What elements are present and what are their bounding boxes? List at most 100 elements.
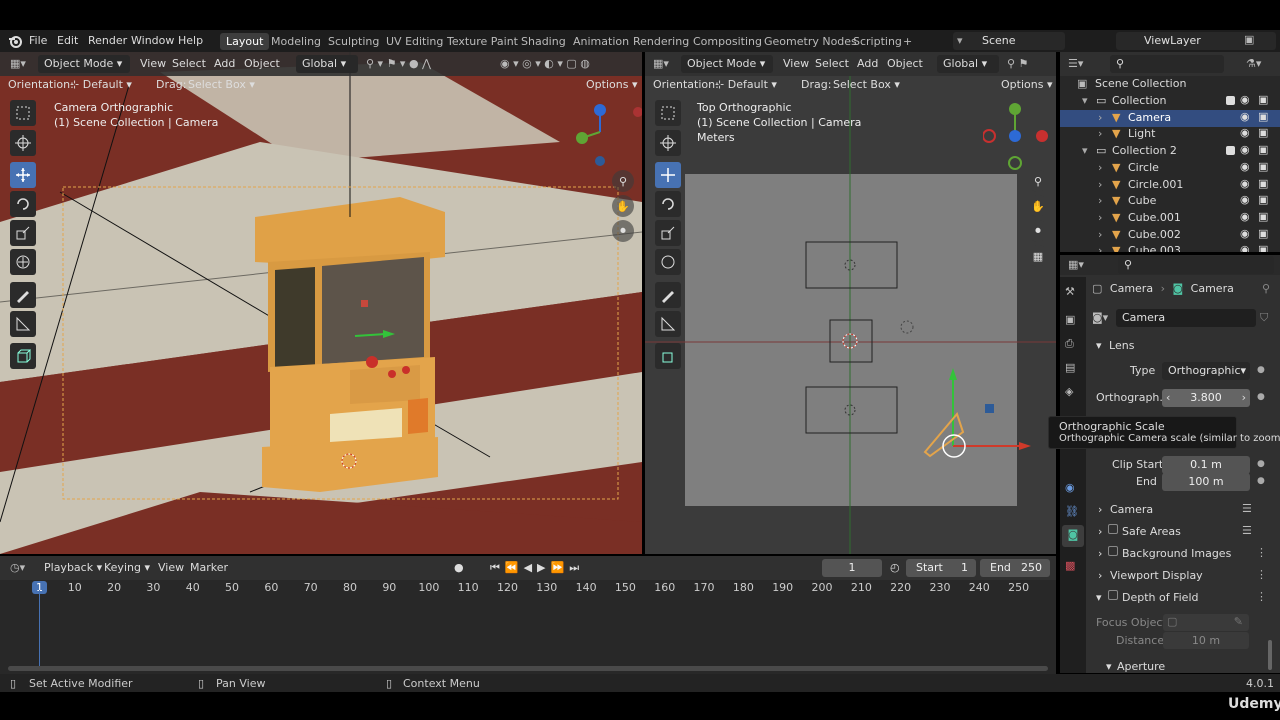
playback-menu[interactable]: Playback ▾ <box>44 561 102 574</box>
menu-edit[interactable]: Edit <box>57 34 78 47</box>
disclosure-arrow-icon[interactable]: › <box>1098 194 1102 207</box>
clock-icon[interactable]: ◴ <box>890 561 900 574</box>
camera-data-tab-icon[interactable]: ◙ <box>1062 525 1084 547</box>
select-box-icon[interactable] <box>10 100 36 126</box>
add-cube-icon[interactable] <box>655 343 681 369</box>
right-3d-viewport[interactable]: ▦▾ Object Mode ▾ View Select Add Object … <box>645 52 1056 554</box>
disclosure-arrow-icon[interactable]: › <box>1098 161 1102 174</box>
tab-layout[interactable]: Layout <box>220 33 270 50</box>
keyframe-dot-icon[interactable]: ● <box>1257 365 1265 375</box>
menu-object[interactable]: Object <box>887 57 923 70</box>
expand-arrow-icon[interactable]: ▾ <box>1082 144 1088 157</box>
options-dropdown[interactable]: Options ▾ <box>1001 78 1052 91</box>
menu-select[interactable]: Select <box>172 57 206 70</box>
output-tab-icon[interactable]: ⎙ <box>1065 337 1074 351</box>
pan-hand-icon[interactable]: ✋ <box>1027 195 1049 217</box>
expand-arrow-icon[interactable]: ▾ <box>1082 94 1088 107</box>
add-workspace-button[interactable]: + <box>897 33 918 50</box>
menu-object[interactable]: Object <box>244 57 280 70</box>
measure-icon[interactable] <box>655 311 681 337</box>
scene-selector[interactable]: ▾ Scene <box>953 32 1065 50</box>
safe-areas-panel-header[interactable]: › Safe Areas ☰ <box>1092 522 1272 542</box>
outliner-row[interactable]: › ▼ Light ◉ ▣ <box>1060 126 1280 143</box>
move-icon[interactable] <box>655 162 681 188</box>
properties-search[interactable]: ⚲ <box>1118 256 1274 274</box>
drag-handle-icon[interactable]: ⋮ <box>1256 568 1267 581</box>
outliner-editor-icon[interactable]: ☰▾ <box>1068 57 1083 70</box>
visibility-eye-icon[interactable]: ◉ <box>1240 126 1250 139</box>
mode-selector[interactable]: Object Mode ▾ <box>681 55 773 73</box>
tab-texture-paint[interactable]: Texture Paint <box>441 33 524 50</box>
clip-start-field[interactable]: 0.1 m <box>1162 456 1250 474</box>
camera-view-icon[interactable]: ⏺ <box>1027 220 1049 242</box>
physics-tab-icon[interactable]: ◉ <box>1065 481 1075 494</box>
outliner-row[interactable]: › ▼ Circle.001 ◉ ▣ <box>1060 177 1280 194</box>
snap-icons[interactable]: ⚲ ▾ ⚑ ▾ ● ⋀ <box>366 57 431 70</box>
render-camera-icon[interactable]: ▣ <box>1258 143 1268 156</box>
menu-help[interactable]: Help <box>178 34 203 47</box>
disclosure-arrow-icon[interactable]: › <box>1098 178 1102 191</box>
disclosure-arrow-icon[interactable]: › <box>1098 244 1102 252</box>
menu-view[interactable]: View <box>140 57 166 70</box>
exclude-checkbox[interactable] <box>1226 96 1235 105</box>
datablock-name-field[interactable]: Camera <box>1116 309 1256 327</box>
view-layer-selector[interactable]: ViewLayer ▣ <box>1116 32 1276 50</box>
outliner-row[interactable]: › ▼ Cube ◉ ▣ <box>1060 193 1280 210</box>
ortho-scale-field[interactable]: ‹ 3.800 › <box>1162 389 1250 407</box>
visibility-eye-icon[interactable]: ◉ <box>1240 243 1250 252</box>
view-layer-new-icon[interactable]: ▣ <box>1244 33 1254 46</box>
tab-sculpting[interactable]: Sculpting <box>322 33 385 50</box>
datablock-icon[interactable]: ◙▾ <box>1092 311 1108 324</box>
disclosure-arrow-icon[interactable]: › <box>1098 211 1102 224</box>
tab-uv-editing[interactable]: UV Editing <box>380 33 449 50</box>
options-dropdown[interactable]: Options ▾ <box>586 78 637 91</box>
end-frame-field[interactable]: End 250 <box>980 559 1050 577</box>
outliner-row[interactable]: › ▼ Cube.003 ◉ ▣ <box>1060 243 1280 252</box>
tab-compositing[interactable]: Compositing <box>687 33 768 50</box>
render-camera-icon[interactable]: ▣ <box>1258 227 1268 240</box>
visibility-eye-icon[interactable]: ◉ <box>1240 193 1250 206</box>
snap-icons[interactable]: ⚲ ⚑ <box>1007 57 1028 70</box>
clip-end-field[interactable]: 100 m <box>1162 473 1250 491</box>
overlay-icons[interactable]: ◉ ▾ ◎ ▾ ◐ ▾ ▢ ◍ <box>500 57 590 70</box>
timeline-editor-icon[interactable]: ◷▾ <box>10 561 25 574</box>
texture-tab-icon[interactable]: ▩ <box>1065 559 1075 572</box>
scale-icon[interactable] <box>655 220 681 246</box>
timeline-scrollbar[interactable] <box>8 666 1048 671</box>
visibility-eye-icon[interactable]: ◉ <box>1240 93 1250 106</box>
outliner-row[interactable]: › ▼ Cube.001 ◉ ▣ <box>1060 210 1280 227</box>
tab-shading[interactable]: Shading <box>515 33 572 50</box>
menu-render[interactable]: Render <box>88 34 127 47</box>
menu-add[interactable]: Add <box>857 57 878 70</box>
exclude-checkbox[interactable] <box>1226 146 1235 156</box>
render-camera-icon[interactable]: ▣ <box>1258 126 1268 139</box>
outliner-row[interactable]: ▾ ▭ Collection ◉ ▣ <box>1060 93 1280 110</box>
viewport-display-panel-header[interactable]: › Viewport Display ⋮ <box>1092 566 1272 586</box>
add-cube-icon[interactable] <box>10 343 36 369</box>
distance-field[interactable]: 10 m <box>1163 632 1249 649</box>
annotate-icon[interactable] <box>655 282 681 308</box>
camera-view-icon[interactable]: ⏺ <box>612 220 634 242</box>
pan-hand-icon[interactable]: ✋ <box>612 195 634 217</box>
move-icon[interactable] <box>10 162 36 188</box>
outliner-scene-collection[interactable]: ▣ Scene Collection <box>1060 76 1280 93</box>
rotate-icon[interactable] <box>655 191 681 217</box>
cursor-icon[interactable] <box>10 130 36 156</box>
drag-dropdown[interactable]: Select Box ▾ <box>188 78 255 91</box>
drag-handle-icon[interactable]: ⋮ <box>1256 590 1267 603</box>
depth-of-field-panel-header[interactable]: ▾ Depth of Field ⋮ <box>1092 588 1272 608</box>
transform-icon[interactable] <box>10 249 36 275</box>
scale-icon[interactable] <box>10 220 36 246</box>
eyedropper-icon[interactable]: ✎ <box>1234 615 1243 628</box>
outliner-row[interactable]: ▾ ▭ Collection 2 ◉ ▣ <box>1060 143 1280 160</box>
navigation-gizmo[interactable] <box>570 102 642 174</box>
filter-icon[interactable]: ⚗▾ <box>1246 57 1261 70</box>
menu-add[interactable]: Add <box>214 57 235 70</box>
pin-icon[interactable]: ⚲ <box>1262 282 1270 295</box>
editor-type-icon[interactable]: ▦▾ <box>10 57 26 70</box>
outliner-row[interactable]: › ▼ Circle ◉ ▣ <box>1060 160 1280 177</box>
tab-rendering[interactable]: Rendering <box>627 33 695 50</box>
measure-icon[interactable] <box>10 311 36 337</box>
zoom-icon[interactable]: ⚲ <box>1027 170 1049 192</box>
render-camera-icon[interactable]: ▣ <box>1258 210 1268 223</box>
